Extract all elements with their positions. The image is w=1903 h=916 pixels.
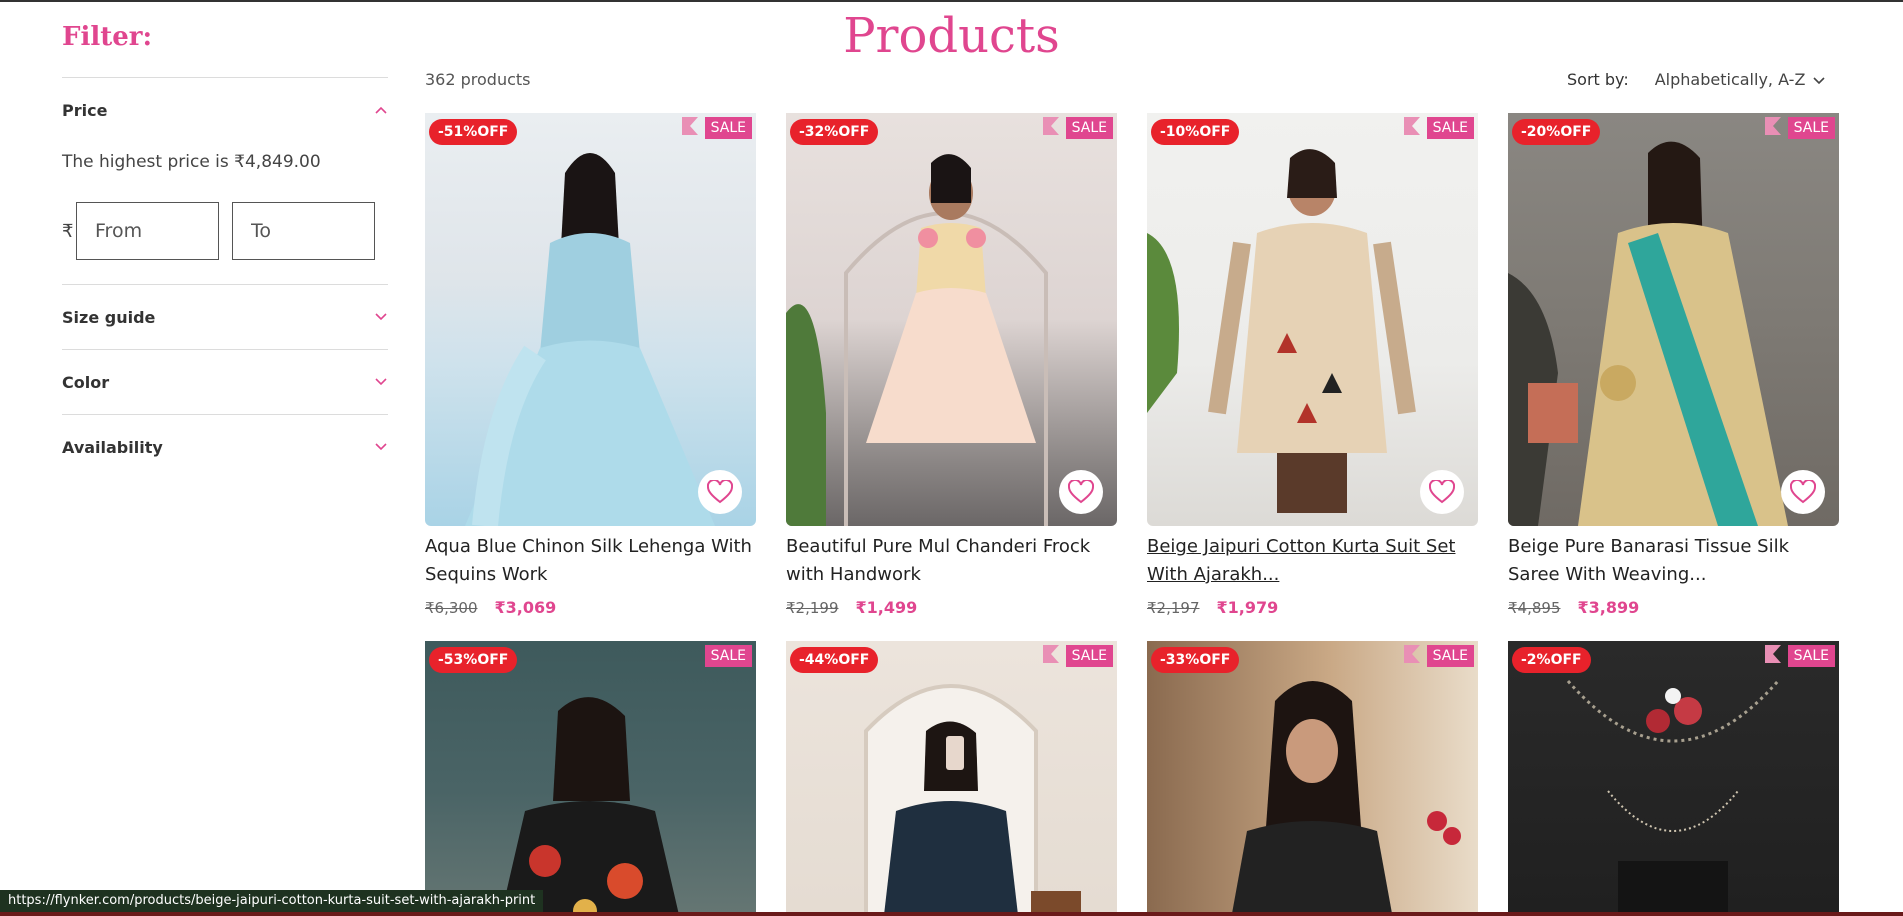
price-filter-panel: The highest price is ₹4,849.00 ₹ xyxy=(62,152,388,284)
product-name[interactable]: Beautiful Pure Mul Chanderi Frock with H… xyxy=(786,533,1117,589)
link-status-bar: https://flynker.com/products/beige-jaipu… xyxy=(0,890,544,912)
product-image[interactable]: -33%OFF SALE xyxy=(1147,641,1478,916)
sale-badge: SALE xyxy=(1065,117,1113,139)
sale-price: ₹1,979 xyxy=(1216,598,1279,617)
product-card[interactable]: -51%OFF SALE Aqua Blue Chinon Silk Lehen… xyxy=(425,113,756,617)
discount-badge: -10%OFF xyxy=(1151,119,1240,145)
product-name[interactable]: Aqua Blue Chinon Silk Lehenga With Sequi… xyxy=(425,533,756,589)
product-name[interactable]: Beige Jaipuri Cotton Kurta Suit Set With… xyxy=(1147,533,1478,589)
top-border xyxy=(0,0,1903,2)
product-image[interactable]: -53%OFF SALE xyxy=(425,641,756,916)
price-block: ₹2,199 ₹1,499 xyxy=(786,598,1117,617)
product-image[interactable]: -44%OFF SALE xyxy=(786,641,1117,916)
facet-color-toggle[interactable]: Color xyxy=(62,350,388,414)
product-image[interactable]: -10%OFF SALE xyxy=(1147,113,1478,526)
sort-select[interactable]: Alphabetically, A-Z xyxy=(1655,70,1806,89)
original-price: ₹4,895 xyxy=(1508,598,1561,617)
wishlist-heart-icon[interactable] xyxy=(1059,470,1103,514)
price-from-input[interactable] xyxy=(76,202,219,260)
price-block: ₹2,197 ₹1,979 xyxy=(1147,598,1478,617)
original-price: ₹2,197 xyxy=(1147,598,1200,617)
discount-badge: -32%OFF xyxy=(790,119,879,145)
price-block: ₹6,300 ₹3,069 xyxy=(425,598,756,617)
product-card[interactable]: -10%OFF SALE Beige Jaipuri Cotton Kurta … xyxy=(1147,113,1478,617)
product-card[interactable]: -53%OFF SALE xyxy=(425,641,756,916)
filter-sidebar: Price The highest price is ₹4,849.00 ₹ S… xyxy=(62,77,388,479)
product-name[interactable]: Beige Pure Banarasi Tissue Silk Saree Wi… xyxy=(1508,533,1839,589)
chevron-down-icon xyxy=(374,310,388,324)
chevron-down-icon xyxy=(374,440,388,454)
price-to-input[interactable] xyxy=(232,202,375,260)
ribbon-icon xyxy=(1043,117,1059,135)
product-image[interactable]: -20%OFF SALE xyxy=(1508,113,1839,526)
sort-label: Sort by: xyxy=(1567,70,1629,89)
facet-availability-label: Availability xyxy=(62,437,163,457)
chevron-up-icon xyxy=(374,103,388,117)
product-card[interactable]: -32%OFF SALE Beautiful Pure Mul Chanderi… xyxy=(786,113,1117,617)
product-card[interactable]: -44%OFF SALE xyxy=(786,641,1117,916)
sale-badge: SALE xyxy=(704,645,752,667)
discount-badge: -20%OFF xyxy=(1512,119,1601,145)
currency-symbol: ₹ xyxy=(62,220,74,242)
ribbon-icon xyxy=(682,117,698,135)
sale-badge: SALE xyxy=(1426,117,1474,139)
discount-badge: -51%OFF xyxy=(429,119,518,145)
original-price: ₹2,199 xyxy=(786,598,839,617)
ribbon-icon xyxy=(1404,117,1420,135)
sale-badge: SALE xyxy=(1426,645,1474,667)
ribbon-icon xyxy=(1765,117,1781,135)
product-card[interactable]: -20%OFF SALE Beige Pure Banarasi Tissue … xyxy=(1508,113,1839,617)
page-title: Products xyxy=(843,8,1060,64)
wishlist-heart-icon[interactable] xyxy=(1420,470,1464,514)
highest-price-note: The highest price is ₹4,849.00 xyxy=(62,152,321,172)
bottom-border xyxy=(0,912,1903,916)
ribbon-icon xyxy=(1765,645,1781,663)
discount-badge: -2%OFF xyxy=(1512,647,1591,673)
product-card[interactable]: -2%OFF SALE xyxy=(1508,641,1839,916)
facet-size-guide-label: Size guide xyxy=(62,307,156,327)
sort-control: Sort by: Alphabetically, A-Z xyxy=(1567,70,1825,89)
facet-size-guide-toggle[interactable]: Size guide xyxy=(62,285,388,349)
wishlist-heart-icon[interactable] xyxy=(698,470,742,514)
product-image[interactable]: -2%OFF SALE xyxy=(1508,641,1839,916)
sale-badge: SALE xyxy=(1065,645,1113,667)
product-image[interactable]: -32%OFF SALE xyxy=(786,113,1117,526)
facet-color-label: Color xyxy=(62,372,110,392)
original-price: ₹6,300 xyxy=(425,598,478,617)
product-image[interactable]: -51%OFF SALE xyxy=(425,113,756,526)
sale-price: ₹3,069 xyxy=(494,598,557,617)
sale-badge: SALE xyxy=(1787,117,1835,139)
ribbon-icon xyxy=(1404,645,1420,663)
price-range: ₹ xyxy=(62,202,388,260)
facet-price-toggle[interactable]: Price xyxy=(62,78,388,142)
sale-price: ₹3,899 xyxy=(1577,598,1640,617)
sale-price: ₹1,499 xyxy=(855,598,918,617)
ribbon-icon xyxy=(1043,645,1059,663)
sale-badge: SALE xyxy=(704,117,752,139)
sale-badge: SALE xyxy=(1787,645,1835,667)
facet-price-label: Price xyxy=(62,100,108,120)
discount-badge: -53%OFF xyxy=(429,647,518,673)
product-card[interactable]: -33%OFF SALE xyxy=(1147,641,1478,916)
chevron-down-icon xyxy=(374,375,388,389)
discount-badge: -33%OFF xyxy=(1151,647,1240,673)
discount-badge: -44%OFF xyxy=(790,647,879,673)
chevron-down-icon[interactable] xyxy=(1813,70,1825,89)
product-count: 362 products xyxy=(425,70,531,89)
facet-availability-toggle[interactable]: Availability xyxy=(62,415,388,479)
wishlist-heart-icon[interactable] xyxy=(1781,470,1825,514)
price-block: ₹4,895 ₹3,899 xyxy=(1508,598,1839,617)
